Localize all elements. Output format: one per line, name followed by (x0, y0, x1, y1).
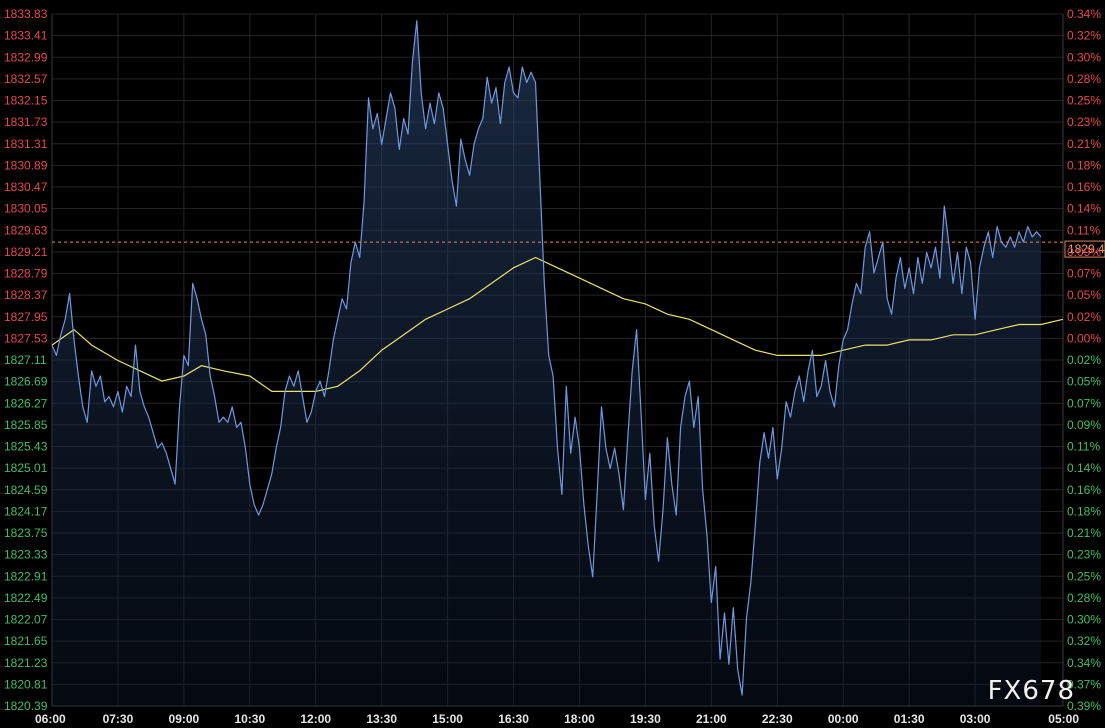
y-tick-pct-label: 0.05% (1067, 375, 1101, 389)
x-tick-label: 13:30 (366, 712, 397, 726)
x-tick-label: 22:30 (762, 712, 793, 726)
x-tick-label: 12:00 (300, 712, 331, 726)
x-tick-label: 06:00 (35, 712, 66, 726)
y-tick-pct-label: 0.23% (1067, 115, 1101, 129)
y-tick-pct-label: 0.00% (1067, 331, 1101, 345)
y-tick-pct-label: 0.14% (1067, 202, 1101, 216)
y-tick-label: 1830.47 (4, 180, 48, 194)
y-tick-label: 1821.65 (4, 634, 48, 648)
y-tick-pct-label: 0.09% (1067, 418, 1101, 432)
y-tick-label: 1820.81 (4, 677, 48, 691)
x-tick-label: 10:30 (234, 712, 265, 726)
y-tick-label: 1824.17 (4, 504, 48, 518)
y-tick-pct-label: 0.11% (1067, 440, 1100, 454)
y-tick-pct-label: 0.07% (1067, 396, 1101, 410)
y-tick-pct-label: 0.14% (1067, 461, 1101, 475)
y-tick-label: 1820.39 (4, 699, 48, 713)
x-axis-ticks: 06:00 07:30 09:00 10:30 12:00 13:30 15:00 16:30… (35, 712, 1079, 726)
y-tick-pct-label: 0.30% (1067, 613, 1101, 627)
y-tick-pct-label: 0.02% (1067, 310, 1101, 324)
y-tick-label: 1831.31 (4, 137, 48, 151)
y-tick-label: 1829.21 (4, 245, 48, 259)
y-tick-label: 1832.99 (4, 50, 48, 64)
y-tick-pct-label: 0.32% (1067, 29, 1101, 43)
y-tick-label: 1825.85 (4, 418, 48, 432)
x-tick-label: 09:00 (169, 712, 200, 726)
x-tick-label: 00:00 (828, 712, 859, 726)
y-tick-pct-label: 0.05% (1067, 288, 1101, 302)
y-tick-pct-label: 0.18% (1067, 158, 1101, 172)
y-tick-label: 1822.91 (4, 569, 48, 583)
y-tick-label: 1830.89 (4, 158, 48, 172)
price-area (52, 20, 1041, 706)
y-tick-label: 1827.53 (4, 331, 48, 345)
y-tick-pct-label: 0.30% (1067, 50, 1101, 64)
y-axis-right-ticks: 0.34% 0.32% 0.30% 0.28% 0.25% 0.23% 0.21% 0.18%… (1067, 7, 1101, 713)
y-tick-label: 1828.37 (4, 288, 48, 302)
y-tick-pct-label: 0.34% (1067, 656, 1101, 670)
x-tick-label: 01:30 (894, 712, 925, 726)
x-tick-label: 16:30 (498, 712, 529, 726)
y-tick-label: 1832.57 (4, 72, 48, 86)
y-tick-label: 1827.11 (4, 353, 47, 367)
y-tick-label: 1822.49 (4, 591, 48, 605)
x-tick-label: 19:30 (630, 712, 661, 726)
y-tick-label: 1833.41 (4, 29, 48, 43)
y-tick-pct-label: 0.28% (1067, 591, 1101, 605)
y-tick-label: 1833.83 (4, 7, 48, 21)
y-tick-pct-label: 0.34% (1067, 7, 1101, 21)
x-tick-label: 21:00 (696, 712, 727, 726)
y-tick-pct-label: 0.25% (1067, 94, 1101, 108)
y-tick-label: 1825.01 (4, 461, 48, 475)
y-tick-pct-label: 0.07% (1067, 267, 1101, 281)
x-tick-label: 05:00 (1048, 712, 1079, 726)
y-tick-label: 1829.63 (4, 223, 48, 237)
y-tick-pct-label: 0.16% (1067, 483, 1101, 497)
y-tick-label: 1827.95 (4, 310, 48, 324)
y-tick-pct-label: 0.32% (1067, 634, 1101, 648)
y-tick-label: 1831.73 (4, 115, 48, 129)
y-tick-pct-label: 0.25% (1067, 569, 1101, 583)
y-tick-pct-label: 0.09% (1067, 245, 1101, 259)
y-tick-pct-label: 0.02% (1067, 353, 1101, 367)
x-tick-label: 07:30 (103, 712, 134, 726)
y-tick-pct-label: 0.28% (1067, 72, 1101, 86)
y-tick-label: 1830.05 (4, 202, 48, 216)
y-tick-label: 1832.15 (4, 94, 48, 108)
x-tick-label: 18:00 (564, 712, 595, 726)
x-tick-label: 03:00 (960, 712, 991, 726)
y-tick-pct-label: 0.11% (1067, 223, 1100, 237)
y-tick-pct-label: 0.21% (1067, 137, 1101, 151)
y-axis-left-ticks: 1833.83 1833.41 1832.99 1832.57 1832.15 1831.… (4, 7, 48, 713)
y-tick-label: 1828.79 (4, 267, 48, 281)
y-tick-label: 1826.69 (4, 375, 48, 389)
y-tick-label: 1826.27 (4, 396, 48, 410)
price-chart: 1829.4 1833.831833.411832.991832.571832.… (4, 7, 1105, 726)
y-tick-label: 1823.75 (4, 526, 48, 540)
y-tick-pct-label: 0.16% (1067, 180, 1101, 194)
y-tick-pct-label: 0.21% (1067, 526, 1101, 540)
y-tick-label: 1824.59 (4, 483, 48, 497)
watermark-logo: FX678 (987, 676, 1075, 706)
y-tick-label: 1825.43 (4, 440, 48, 454)
price-area-fill (52, 20, 1041, 706)
y-tick-label: 1821.23 (4, 656, 48, 670)
y-tick-label: 1822.07 (4, 613, 48, 627)
y-tick-pct-label: 0.18% (1067, 504, 1101, 518)
y-tick-pct-label: 0.23% (1067, 548, 1101, 562)
y-tick-label: 1823.33 (4, 548, 48, 562)
x-tick-label: 15:00 (432, 712, 463, 726)
